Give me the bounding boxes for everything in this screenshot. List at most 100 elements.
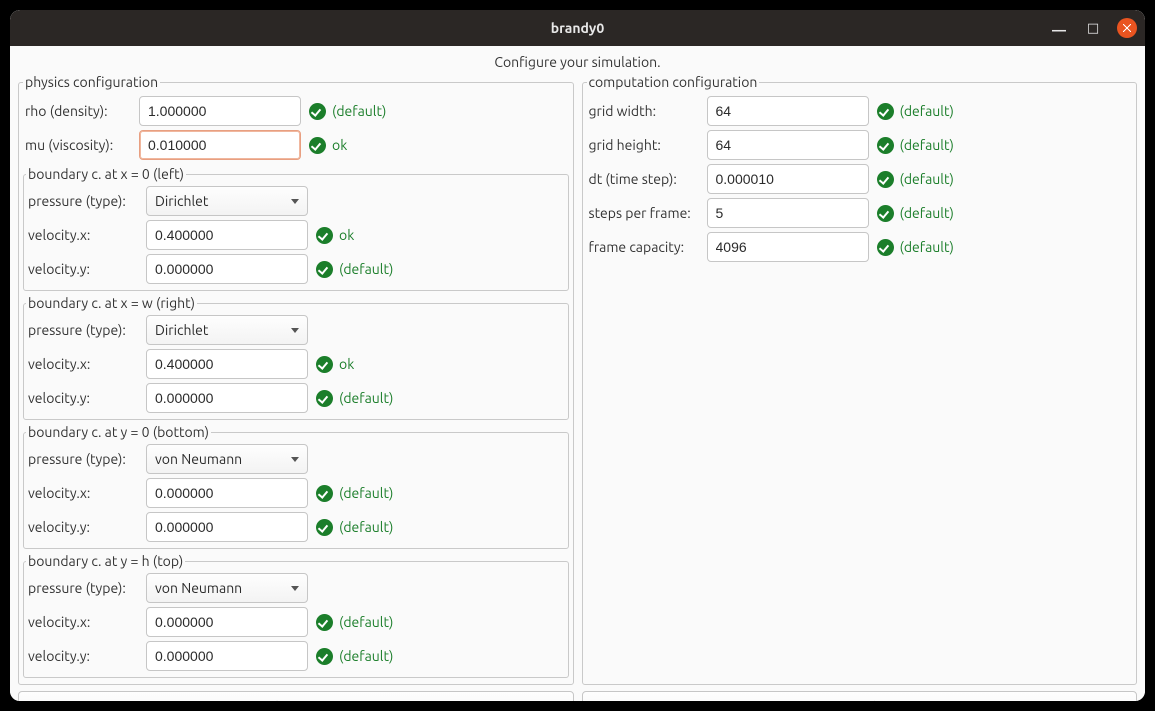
bc-x0-vy-row: velocity.y: (default) <box>26 252 566 286</box>
check-icon <box>316 519 333 536</box>
check-icon <box>316 227 333 244</box>
close-button[interactable] <box>1117 18 1137 38</box>
rho-status: (default) <box>305 103 386 120</box>
maximize-button[interactable] <box>1083 18 1103 38</box>
grid-width-row: grid width: (default) <box>587 94 1133 128</box>
spf-input[interactable] <box>707 198 869 228</box>
physics-group: physics configuration rho (density): (de… <box>18 74 574 685</box>
fcap-label: frame capacity: <box>587 239 703 255</box>
check-icon <box>316 614 333 631</box>
fcap-input[interactable] <box>707 232 869 262</box>
window-title: brandy0 <box>10 20 1145 36</box>
bc-y0-pressure-value: von Neumann <box>155 451 285 467</box>
bc-xw-vy-row: velocity.y: (default) <box>26 381 566 415</box>
bc-xw-pressure-row: pressure (type): Dirichlet <box>26 313 566 347</box>
bc-yh-vy-input[interactable] <box>146 641 308 671</box>
bc-x0-pressure-select[interactable]: Dirichlet <box>146 186 308 216</box>
start-button[interactable]: start simulation <box>582 691 1138 701</box>
check-icon <box>316 261 333 278</box>
mu-input[interactable] <box>139 130 301 160</box>
grid-width-status: (default) <box>873 103 954 120</box>
bc-x0-vy-status: (default) <box>312 261 393 278</box>
spf-row: steps per frame: (default) <box>587 196 1133 230</box>
fcap-row: frame capacity: (default) <box>587 230 1133 264</box>
bc-x0-vx-input[interactable] <box>146 220 308 250</box>
bc-x0-vx-status: ok <box>312 227 354 244</box>
mu-label: mu (viscosity): <box>23 137 135 153</box>
bc-xw-pressure-select[interactable]: Dirichlet <box>146 315 308 345</box>
bc-yh-pressure-row: pressure (type): von Neumann <box>26 571 566 605</box>
bc-y0-vy-input[interactable] <box>146 512 308 542</box>
bc-x0-vx-label: velocity.x: <box>26 227 142 243</box>
mu-status-text: ok <box>332 137 347 153</box>
bc-yh-vy-label: velocity.y: <box>26 648 142 664</box>
bc-yh-vy-status: (default) <box>312 648 393 665</box>
grid-height-row: grid height: (default) <box>587 128 1133 162</box>
bc-y0-vy-label: velocity.y: <box>26 519 142 535</box>
bc-yh-vx-label: velocity.x: <box>26 614 142 630</box>
bc-y0-vx-status: (default) <box>312 485 393 502</box>
bc-y0-pressure-row: pressure (type): von Neumann <box>26 442 566 476</box>
rho-row: rho (density): (default) <box>23 94 569 128</box>
minimize-button[interactable] <box>1049 18 1069 38</box>
bc-xw-vx-input[interactable] <box>146 349 308 379</box>
dt-status: (default) <box>873 171 954 188</box>
check-icon <box>877 239 894 256</box>
check-icon <box>877 137 894 154</box>
bc-x0-vy-label: velocity.y: <box>26 261 142 277</box>
computation-group: computation configuration grid width: (d… <box>582 74 1138 685</box>
chevron-down-icon <box>291 586 299 591</box>
titlebar: brandy0 <box>10 10 1145 46</box>
bc-xw-vy-status: (default) <box>312 390 393 407</box>
page-subtitle: Configure your simulation. <box>18 52 1137 72</box>
bc-xw-vx-row: velocity.x: ok <box>26 347 566 381</box>
bc-yh-vx-status: (default) <box>312 614 393 631</box>
bc-yh-vx-row: velocity.x: (default) <box>26 605 566 639</box>
grid-width-input[interactable] <box>707 96 869 126</box>
mu-row: mu (viscosity): ok <box>23 128 569 162</box>
grid-height-label: grid height: <box>587 137 703 153</box>
check-icon <box>309 137 326 154</box>
dt-input[interactable] <box>707 164 869 194</box>
bc-x0-group: boundary c. at x = 0 (left) pressure (ty… <box>23 166 569 291</box>
grid-width-label: grid width: <box>587 103 703 119</box>
rho-label: rho (density): <box>23 103 135 119</box>
chevron-down-icon <box>291 199 299 204</box>
bc-yh-pressure-label: pressure (type): <box>26 580 142 596</box>
bc-y0-pressure-select[interactable]: von Neumann <box>146 444 308 474</box>
bc-x0-vx-row: velocity.x: ok <box>26 218 566 252</box>
bc-x0-vy-input[interactable] <box>146 254 308 284</box>
bc-xw-vy-input[interactable] <box>146 383 308 413</box>
bc-y0-vx-row: velocity.x: (default) <box>26 476 566 510</box>
bc-yh-pressure-select[interactable]: von Neumann <box>146 573 308 603</box>
grid-height-input[interactable] <box>707 130 869 160</box>
rho-input[interactable] <box>139 96 301 126</box>
fcap-status: (default) <box>873 239 954 256</box>
bc-y0-vx-input[interactable] <box>146 478 308 508</box>
check-icon <box>316 485 333 502</box>
bc-x0-pressure-value: Dirichlet <box>155 193 285 209</box>
bottom-buttons: back to home start simulation <box>18 691 1137 701</box>
bc-xw-vx-label: velocity.x: <box>26 356 142 372</box>
bc-y0-vx-label: velocity.x: <box>26 485 142 501</box>
bc-y0-vy-row: velocity.y: (default) <box>26 510 566 544</box>
check-icon <box>877 103 894 120</box>
rho-status-text: (default) <box>332 103 386 119</box>
bc-yh-legend: boundary c. at y = h (top) <box>26 553 185 569</box>
bc-y0-legend: boundary c. at y = 0 (bottom) <box>26 424 211 440</box>
grid-height-status: (default) <box>873 137 954 154</box>
client-area: Configure your simulation. physics confi… <box>10 46 1145 701</box>
check-icon <box>877 205 894 222</box>
spf-label: steps per frame: <box>587 205 703 221</box>
bc-yh-vy-row: velocity.y: (default) <box>26 639 566 673</box>
check-icon <box>316 390 333 407</box>
mu-status: ok <box>305 137 347 154</box>
panels: physics configuration rho (density): (de… <box>18 74 1137 685</box>
back-button[interactable]: back to home <box>18 691 574 701</box>
bc-yh-group: boundary c. at y = h (top) pressure (typ… <box>23 553 569 678</box>
bc-yh-vx-input[interactable] <box>146 607 308 637</box>
bc-xw-pressure-value: Dirichlet <box>155 322 285 338</box>
bc-y0-vy-status: (default) <box>312 519 393 536</box>
dt-row: dt (time step): (default) <box>587 162 1133 196</box>
check-icon <box>316 356 333 373</box>
